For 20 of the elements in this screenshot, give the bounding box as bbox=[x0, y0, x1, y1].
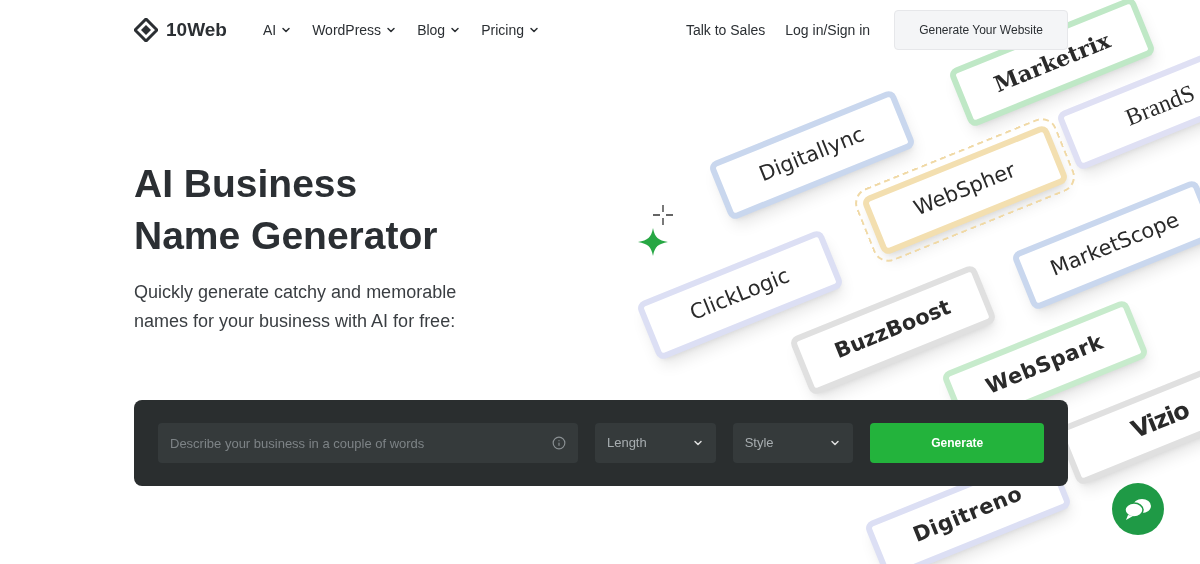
nav-link[interactable]: Blog bbox=[417, 19, 462, 41]
chat-icon bbox=[1124, 498, 1152, 520]
page-title: AI Business Name Generator bbox=[134, 161, 438, 259]
header-link[interactable]: Log in/Sign in bbox=[785, 19, 871, 41]
nav-link[interactable]: WordPress bbox=[312, 19, 398, 41]
select-dropdown[interactable]: Style bbox=[732, 423, 854, 463]
description-field[interactable]: Describe your business in a couple of words bbox=[158, 423, 578, 463]
nav-link[interactable]: Pricing bbox=[481, 19, 540, 41]
logo-text: 10Web bbox=[166, 17, 227, 42]
logo-icon bbox=[134, 18, 158, 42]
chat-button[interactable] bbox=[1112, 483, 1164, 535]
generate-website-button[interactable]: Generate Your Website bbox=[894, 10, 1068, 50]
subtitle: Quickly generate catchy and memorable names for your business with AI for free: bbox=[134, 281, 457, 333]
sparkle-icon bbox=[652, 204, 674, 226]
business-name: Vizio bbox=[1126, 394, 1194, 447]
nav-link[interactable]: AI bbox=[262, 19, 293, 41]
star-icon bbox=[638, 228, 668, 256]
info-icon bbox=[551, 436, 566, 450]
select-dropdown[interactable]: Length bbox=[594, 423, 716, 463]
header-link[interactable]: Talk to Sales bbox=[685, 19, 766, 41]
